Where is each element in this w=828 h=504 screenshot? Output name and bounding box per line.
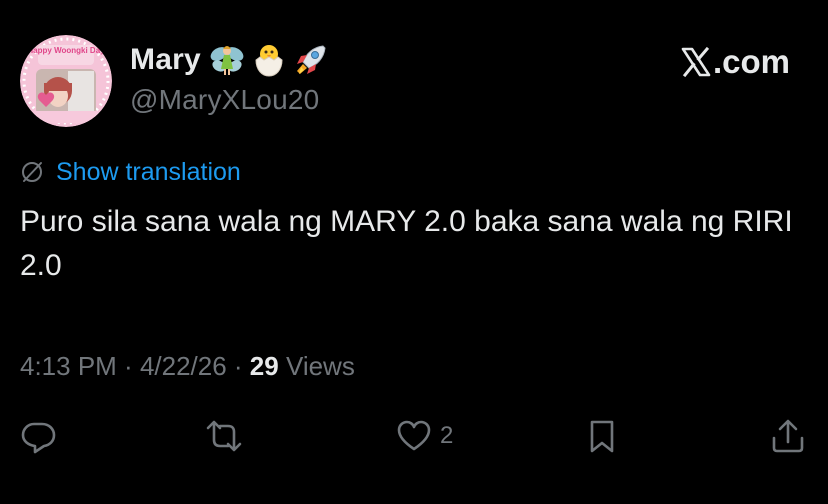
heart-icon [397, 420, 431, 451]
tweet-date[interactable]: 4/22/26 [140, 351, 227, 382]
author-handle[interactable]: @MaryXLou20 [130, 84, 319, 116]
source-site-label: .com [712, 43, 790, 80]
bookmark-icon [590, 420, 614, 453]
translation-row[interactable]: Show translation [20, 155, 241, 189]
translate-icon [22, 162, 42, 182]
tweet-actions: 2 [0, 414, 828, 458]
fairy-emoji-icon [210, 46, 244, 75]
views-label: Views [278, 350, 355, 381]
avatar-image: Happy Woongki Day [20, 35, 112, 127]
tweet-time[interactable]: 4:13 PM [20, 351, 117, 382]
like-button[interactable]: 2 [396, 414, 453, 458]
avatar-banner-text: Happy Woongki Day [27, 46, 105, 55]
reply-icon [21, 422, 56, 454]
tweet-text: Puro sila sana wala ng MARY 2.0 baka san… [20, 205, 793, 282]
retweet-icon [206, 420, 242, 452]
avatar[interactable]: Happy Woongki Day [20, 35, 112, 127]
display-name[interactable]: Mary [130, 43, 201, 77]
meta-separator: · [116, 350, 140, 381]
share-icon [772, 419, 804, 453]
display-name-row[interactable]: Mary [130, 40, 329, 80]
show-translation-link[interactable]: Show translation [56, 158, 241, 187]
like-count: 2 [440, 422, 454, 449]
x-logo-icon [681, 47, 711, 77]
meta-separator: · [226, 350, 250, 381]
retweet-button[interactable] [206, 414, 250, 458]
bookmark-button[interactable] [584, 414, 628, 458]
hatching-chick-emoji-icon [255, 45, 283, 77]
rocket-emoji-icon [296, 45, 326, 74]
tweet-meta: 4:13 PM · 4/22/26 · 29 Views [20, 348, 355, 384]
source-site: .com [681, 41, 790, 83]
share-button[interactable] [770, 414, 814, 458]
views-count: 29 [249, 350, 279, 381]
reply-button[interactable] [20, 414, 64, 458]
